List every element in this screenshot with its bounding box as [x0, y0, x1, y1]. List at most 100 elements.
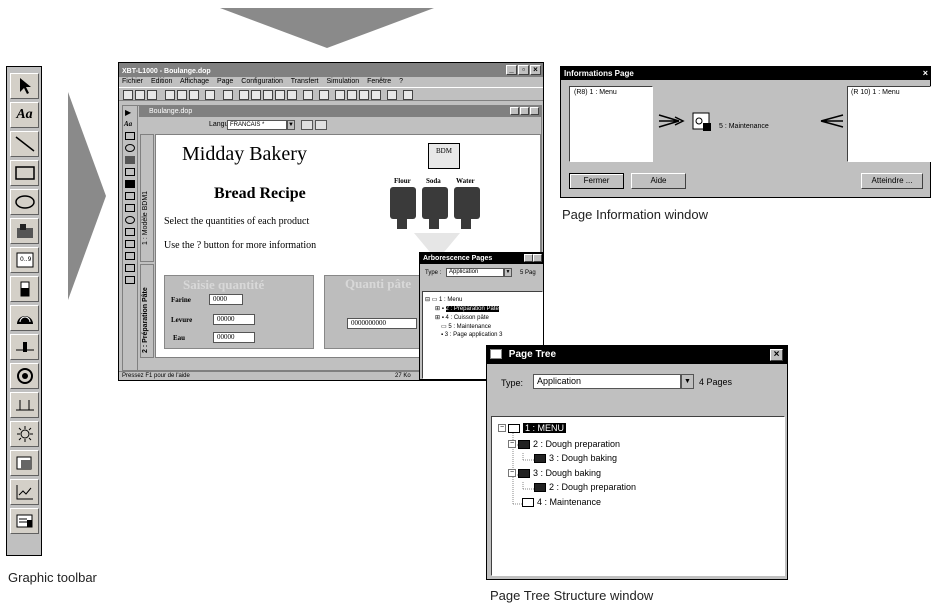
tree-item-maintenance[interactable]: 4 : Maintenance — [522, 497, 601, 507]
text-tool-icon[interactable]: Aa — [10, 102, 39, 128]
menu-fichier[interactable]: Fichier — [122, 78, 143, 85]
page-info-close-icon[interactable]: × — [923, 67, 928, 80]
align-bottom-icon[interactable] — [275, 90, 285, 100]
tree-item-dough-baking-child[interactable]: 3 : Dough baking — [534, 453, 617, 463]
simulate-icon[interactable] — [403, 90, 413, 100]
next-page-icon[interactable] — [371, 90, 381, 100]
gauge-tool-icon[interactable] — [10, 305, 39, 331]
arbo-dropdown-icon[interactable]: ▼ — [504, 268, 512, 277]
arbo-type-select[interactable]: Application — [446, 268, 504, 277]
quantite-input[interactable]: 0000000000 — [347, 318, 417, 329]
language-dropdown-icon[interactable]: ▼ — [287, 120, 295, 130]
print-icon[interactable] — [205, 90, 215, 100]
alarm-list-icon[interactable] — [10, 508, 39, 534]
tree-item-menu[interactable]: − 1 : MENU — [498, 423, 567, 433]
menu-page[interactable]: Page — [217, 78, 233, 85]
key-icon[interactable] — [301, 120, 313, 130]
align-top-icon[interactable] — [263, 90, 273, 100]
atteindre-button[interactable]: Atteindre ... — [861, 173, 923, 189]
paste-icon[interactable] — [189, 90, 199, 100]
rotary-knob-icon[interactable] — [10, 363, 39, 389]
mini-ellipse-icon[interactable] — [125, 144, 135, 152]
indicator-light-icon[interactable] — [10, 421, 39, 447]
tree-type-dropdown-icon[interactable]: ▼ — [681, 374, 694, 389]
grid-icon[interactable] — [223, 90, 233, 100]
trend-curve-icon[interactable] — [10, 479, 39, 505]
menu-affichage[interactable]: Affichage — [180, 78, 209, 85]
numeric-field-icon[interactable]: 0..9 — [10, 247, 39, 273]
mini-knob-icon[interactable] — [125, 216, 135, 224]
mini-slider-icon[interactable] — [125, 204, 135, 212]
farine-input[interactable]: 0000 — [209, 294, 243, 305]
mini-button-icon[interactable] — [125, 252, 135, 260]
arbo-item-maintenance[interactable]: ▭ 5 : Maintenance — [441, 323, 491, 330]
mini-pot-icon[interactable] — [125, 228, 135, 236]
mini-rect-icon[interactable] — [125, 132, 135, 140]
tree-collapse-icon[interactable]: − — [508, 469, 516, 477]
close-button[interactable]: × — [530, 65, 541, 75]
font-icon[interactable] — [315, 120, 327, 130]
tree-item-dough-baking[interactable]: − 3 : Dough baking — [508, 468, 601, 478]
mini-trend-icon[interactable] — [125, 264, 135, 272]
copy-icon[interactable] — [177, 90, 187, 100]
line-tool-icon[interactable] — [10, 131, 39, 157]
rectangle-tool-icon[interactable] — [10, 160, 39, 186]
menu-fenetre[interactable]: Fenêtre — [367, 78, 391, 85]
arbo-close-button[interactable] — [533, 254, 542, 262]
arbo-item-menu[interactable]: ⊟ ▭ 1 : Menu — [425, 296, 462, 303]
minimize-button[interactable]: _ — [506, 65, 517, 75]
mini-light-icon[interactable] — [125, 240, 135, 248]
menu-configuration[interactable]: Configuration — [241, 78, 283, 85]
select-arrow-icon[interactable] — [10, 73, 39, 99]
cut-icon[interactable] — [165, 90, 175, 100]
save-file-icon[interactable] — [147, 90, 157, 100]
tree-item-dough-prep[interactable]: − 2 : Dough preparation — [508, 439, 620, 449]
page-tree-close-button[interactable]: × — [770, 349, 783, 361]
mini-alarm-icon[interactable] — [125, 276, 135, 284]
transfer-icon[interactable] — [387, 90, 397, 100]
align-left-icon[interactable] — [239, 90, 249, 100]
menu-edition[interactable]: Edition — [151, 78, 172, 85]
menu-transfert[interactable]: Transfert — [291, 78, 319, 85]
previous-page-icon[interactable] — [335, 90, 345, 100]
align-right-icon[interactable] — [251, 90, 261, 100]
aide-button[interactable]: Aide — [631, 173, 686, 189]
mini-select-icon[interactable]: ▶ — [125, 108, 135, 117]
arbo-item-page3[interactable]: ▪ 3 : Page application 3 — [441, 332, 503, 338]
mini-text-icon[interactable]: Aa — [124, 120, 132, 128]
mini-bitmap-icon[interactable] — [125, 156, 135, 164]
doc-maximize-button[interactable] — [520, 107, 529, 115]
zoom-icon[interactable] — [303, 90, 313, 100]
language-select[interactable]: FRANCAIS * — [227, 120, 287, 130]
arbo-item-prep[interactable]: ⊞ ▪ 2 : Préparation Pâte — [435, 305, 499, 312]
mini-gauge-icon[interactable] — [125, 192, 135, 200]
button-object-icon[interactable] — [10, 450, 39, 476]
arbo-minimize-button[interactable] — [524, 254, 533, 262]
up-page-icon[interactable] — [347, 90, 357, 100]
maximize-button[interactable]: ▫ — [518, 65, 529, 75]
menu-help[interactable]: ? — [399, 78, 403, 85]
potentiometer-icon[interactable] — [10, 392, 39, 418]
page-tree-icon[interactable] — [359, 90, 369, 100]
tree-type-select[interactable]: Application — [533, 374, 681, 389]
ellipse-tool-icon[interactable] — [10, 189, 39, 215]
slider-tool-icon[interactable] — [10, 334, 39, 360]
tab-page-2[interactable]: 2 : Préparation Pâte — [140, 264, 154, 358]
tab-page-1[interactable]: 1 : Modèle BDM1 — [140, 134, 154, 262]
mini-field-icon[interactable] — [125, 168, 135, 176]
eau-input[interactable]: 00000 — [213, 332, 255, 343]
page-info-icon[interactable] — [319, 90, 329, 100]
align-center-icon[interactable] — [287, 90, 297, 100]
fermer-button[interactable]: Fermer — [569, 173, 624, 189]
new-file-icon[interactable] — [123, 90, 133, 100]
tree-collapse-icon[interactable]: − — [508, 440, 516, 448]
tree-collapse-icon[interactable]: − — [498, 424, 506, 432]
doc-close-button[interactable] — [530, 107, 539, 115]
arbo-item-cuisson[interactable]: ⊞ ▪ 4 : Cuisson pâte — [435, 314, 489, 321]
bargraph-tool-icon[interactable] — [10, 276, 39, 302]
menu-simulation[interactable]: Simulation — [326, 78, 359, 85]
open-file-icon[interactable] — [135, 90, 145, 100]
tree-item-dough-prep-child[interactable]: 2 : Dough preparation — [534, 482, 636, 492]
bitmap-tool-icon[interactable] — [10, 218, 39, 244]
levure-input[interactable]: 00000 — [213, 314, 255, 325]
